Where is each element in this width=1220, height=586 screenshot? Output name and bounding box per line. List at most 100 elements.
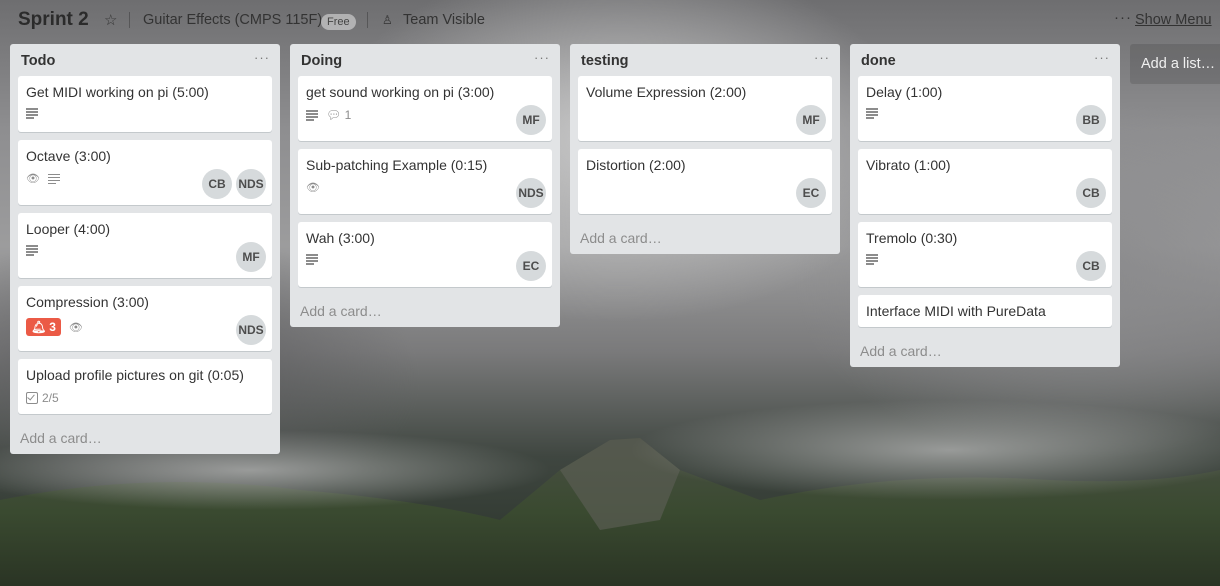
- list-menu-icon[interactable]: ···: [814, 50, 830, 65]
- card[interactable]: Looper (4:00) MF: [18, 213, 272, 278]
- list-todo: Todo ··· Get MIDI working on pi (5:00) O…: [10, 44, 280, 454]
- list-header: done ···: [850, 44, 1120, 76]
- avatar[interactable]: CB: [202, 169, 232, 199]
- card-badges: 2/5: [26, 391, 59, 405]
- comment-icon: 💬︎: [326, 108, 342, 122]
- description-icon: [866, 254, 878, 265]
- card[interactable]: Delay (1:00) BB: [858, 76, 1112, 141]
- list-title[interactable]: Todo: [21, 53, 55, 69]
- avatar[interactable]: MF: [796, 105, 826, 135]
- description-icon: [866, 108, 878, 119]
- card-badges: [866, 254, 878, 265]
- add-list-label: Add a list…: [1141, 56, 1216, 72]
- card-title: get sound working on pi (3:00): [306, 84, 495, 100]
- avatar[interactable]: MF: [236, 242, 266, 272]
- card[interactable]: Vibrato (1:00) CB: [858, 149, 1112, 214]
- add-list-button[interactable]: Add a list…: [1130, 44, 1220, 84]
- card-title: Tremolo (0:30): [866, 230, 958, 246]
- card-badges: 👁︎: [306, 181, 320, 194]
- add-card-button[interactable]: Add a card…: [850, 335, 1120, 367]
- visibility-label[interactable]: Team Visible: [403, 12, 485, 28]
- avatar[interactable]: MF: [516, 105, 546, 135]
- add-card-label: Add a card…: [20, 430, 102, 446]
- plan-badge: Free: [321, 14, 356, 30]
- card-title: Wah (3:00): [306, 230, 375, 246]
- card-title: Distortion (2:00): [586, 157, 686, 173]
- card[interactable]: Interface MIDI with PureData: [858, 295, 1112, 327]
- card[interactable]: Volume Expression (2:00) MF: [578, 76, 832, 141]
- avatar[interactable]: NDS: [236, 169, 266, 199]
- card-members: CB NDS: [202, 169, 266, 199]
- avatar[interactable]: BB: [1076, 105, 1106, 135]
- card-badges: [26, 108, 38, 119]
- avatar[interactable]: CB: [1076, 251, 1106, 281]
- show-menu-button[interactable]: Show Menu: [1135, 12, 1212, 28]
- card-badges: [26, 245, 38, 256]
- description-icon: [306, 254, 318, 265]
- eye-icon: 👁︎: [26, 173, 40, 185]
- board-title[interactable]: Sprint 2: [18, 9, 89, 31]
- add-card-button[interactable]: Add a card…: [570, 222, 840, 254]
- card[interactable]: Get MIDI working on pi (5:00): [18, 76, 272, 132]
- card-members: MF: [236, 242, 266, 272]
- board-header: Sprint 2 ☆ Guitar Effects (CMPS 115F) Fr…: [0, 0, 1220, 42]
- card[interactable]: Compression (3:00) 🔔︎ 3 👁︎ NDS: [18, 286, 272, 351]
- description-icon: [26, 108, 38, 119]
- checklist-icon: [26, 392, 38, 404]
- card[interactable]: Octave (3:00) 👁︎ CB NDS: [18, 140, 272, 205]
- avatar[interactable]: CB: [1076, 178, 1106, 208]
- list-header: testing ···: [570, 44, 840, 76]
- card-title: Vibrato (1:00): [866, 157, 951, 173]
- comment-badge: 💬︎ 1: [326, 108, 351, 122]
- avatar[interactable]: NDS: [516, 178, 546, 208]
- list-header: Todo ···: [10, 44, 280, 76]
- card-title: Octave (3:00): [26, 148, 111, 164]
- card-members: CB: [1076, 251, 1106, 281]
- avatar[interactable]: NDS: [236, 315, 266, 345]
- card[interactable]: Upload profile pictures on git (0:05) 2/…: [18, 359, 272, 414]
- header-divider: [367, 12, 368, 28]
- add-card-button[interactable]: Add a card…: [10, 422, 280, 454]
- team-icon[interactable]: ♙: [382, 13, 393, 27]
- star-icon[interactable]: ☆: [104, 11, 117, 29]
- list-menu-icon[interactable]: ···: [254, 50, 270, 65]
- card-badges: [306, 254, 318, 265]
- card-members: MF: [516, 105, 546, 135]
- card[interactable]: Sub-patching Example (0:15) 👁︎ NDS: [298, 149, 552, 214]
- add-card-button[interactable]: Add a card…: [290, 295, 560, 327]
- description-icon: [306, 110, 318, 121]
- card-members: BB: [1076, 105, 1106, 135]
- card[interactable]: Distortion (2:00) EC: [578, 149, 832, 214]
- list-title[interactable]: testing: [581, 53, 629, 69]
- avatar[interactable]: EC: [796, 178, 826, 208]
- list-title[interactable]: done: [861, 53, 896, 69]
- card-title: Interface MIDI with PureData: [866, 303, 1046, 319]
- card-title: Get MIDI working on pi (5:00): [26, 84, 209, 100]
- bell-icon: 🔔︎: [31, 320, 47, 334]
- list-menu-icon[interactable]: ···: [1094, 50, 1110, 65]
- card[interactable]: get sound working on pi (3:00) 💬︎ 1 MF: [298, 76, 552, 141]
- add-card-label: Add a card…: [860, 343, 942, 359]
- card-members: NDS: [236, 315, 266, 345]
- card-title: Compression (3:00): [26, 294, 149, 310]
- avatar[interactable]: EC: [516, 251, 546, 281]
- card-badges: 🔔︎ 3 👁︎: [26, 318, 83, 336]
- due-badge: 🔔︎ 3: [26, 318, 61, 336]
- more-icon[interactable]: ···: [1114, 9, 1132, 26]
- card[interactable]: Tremolo (0:30) CB: [858, 222, 1112, 287]
- card-title: Delay (1:00): [866, 84, 943, 100]
- list-done: done ··· Delay (1:00) BB Vibrato (1:00) …: [850, 44, 1120, 367]
- eye-icon: 👁︎: [306, 182, 320, 194]
- due-count: 3: [49, 320, 56, 334]
- checklist-count: 2/5: [42, 391, 59, 405]
- description-icon: [47, 173, 60, 184]
- list-doing: Doing ··· get sound working on pi (3:00)…: [290, 44, 560, 327]
- list-title[interactable]: Doing: [301, 53, 342, 69]
- card[interactable]: Wah (3:00) EC: [298, 222, 552, 287]
- card-members: EC: [516, 251, 546, 281]
- list-header: Doing ···: [290, 44, 560, 76]
- card-badges: 💬︎ 1: [306, 108, 351, 122]
- list-menu-icon[interactable]: ···: [534, 50, 550, 65]
- card-title: Looper (4:00): [26, 221, 111, 237]
- team-name[interactable]: Guitar Effects (CMPS 115F): [143, 12, 322, 28]
